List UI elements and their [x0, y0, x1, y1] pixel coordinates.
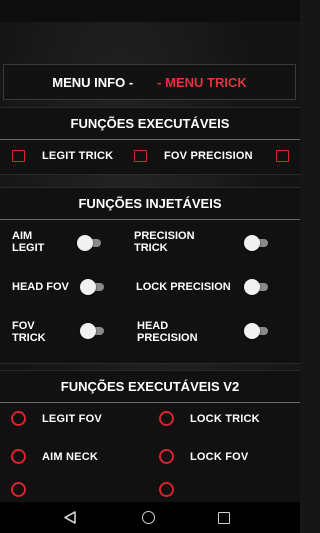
toggle-knob — [244, 279, 260, 295]
menu-header: MENU INFO - - MENU TRICK — [3, 64, 296, 100]
precision-trick-label: PRECISION TRICK — [134, 230, 195, 254]
lock-trick-label: LOCK TRICK — [190, 413, 260, 425]
executaveis-v2-panel: FUNÇÕES EXECUTÁVEIS V2 LEGIT FOV LOCK TR… — [0, 370, 300, 504]
injetaveis-title: FUNÇÕES INJETÁVEIS — [78, 196, 222, 211]
lock-fov-radio[interactable] — [159, 449, 174, 464]
head-fov-line1: HEAD FOV — [12, 281, 69, 293]
head-precision-line1: HEAD — [137, 320, 169, 332]
aim-neck-radio[interactable] — [11, 449, 26, 464]
toggle-knob — [244, 235, 260, 251]
fov-trick-toggle[interactable] — [80, 323, 106, 339]
fov-trick-line2: TRICK — [12, 332, 46, 344]
lock-precision-label: LOCK PRECISION — [136, 281, 231, 293]
recent-apps-icon[interactable] — [218, 512, 230, 524]
fov-precision-checkbox[interactable] — [276, 150, 289, 162]
lock-precision-toggle[interactable] — [244, 279, 270, 295]
toggle-knob — [80, 279, 96, 295]
fov-precision-label: FOV PRECISION — [164, 150, 253, 162]
menu-trick-tab[interactable]: - MENU TRICK — [157, 75, 247, 90]
legit-fov-label: LEGIT FOV — [42, 413, 102, 425]
lock-trick-radio[interactable] — [159, 411, 174, 426]
lock-precision-line1: LOCK PRECISION — [136, 281, 231, 293]
toggle-knob — [77, 235, 93, 251]
precision-trick-line1: PRECISION — [134, 230, 195, 242]
aim-legit-label: AIM LEGIT — [12, 230, 44, 254]
toggle-knob — [244, 323, 260, 339]
injetaveis-panel: FUNÇÕES INJETÁVEIS AIM LEGIT PRECISION T… — [0, 187, 300, 364]
toggle-knob — [80, 323, 96, 339]
legit-fov-radio[interactable] — [11, 411, 26, 426]
legit-trick-checkbox[interactable] — [12, 150, 25, 162]
head-fov-toggle[interactable] — [80, 279, 106, 295]
precision-trick-line2: TRICK — [134, 242, 168, 254]
executaveis-row: LEGIT TRICK FOV PRECISION — [0, 146, 300, 166]
fov-trick-line1: FOV — [12, 320, 35, 332]
aim-legit-line2: LEGIT — [12, 242, 45, 254]
lock-fov-label: LOCK FOV — [190, 451, 249, 463]
fov-trick-label: FOV TRICK — [12, 320, 46, 344]
executaveis-title: FUNÇÕES EXECUTÁVEIS — [70, 116, 230, 131]
back-icon[interactable] — [64, 511, 76, 524]
unlabeled-radio-left[interactable] — [11, 482, 26, 497]
head-precision-toggle[interactable] — [244, 323, 270, 339]
precision-trick-toggle[interactable] — [244, 235, 270, 251]
divider — [0, 402, 300, 403]
unlabeled-radio-right[interactable] — [159, 482, 174, 497]
extra-checkbox[interactable] — [134, 150, 147, 162]
aim-legit-line1: AIM — [12, 230, 33, 242]
navigation-bar — [0, 502, 300, 533]
divider — [0, 139, 300, 140]
executaveis-panel: FUNÇÕES EXECUTÁVEIS LEGIT TRICK FOV PREC… — [0, 107, 300, 175]
home-icon[interactable] — [142, 511, 155, 524]
aim-neck-label: AIM NECK — [42, 451, 98, 463]
status-bar — [0, 0, 300, 22]
head-fov-label: HEAD FOV — [12, 281, 69, 293]
divider — [0, 219, 300, 220]
head-precision-line2: PRECISION — [137, 332, 198, 344]
menu-info-tab[interactable]: MENU INFO - — [52, 75, 133, 90]
aim-legit-toggle[interactable] — [77, 235, 103, 251]
executaveis-v2-title: FUNÇÕES EXECUTÁVEIS V2 — [60, 379, 240, 394]
legit-trick-label: LEGIT TRICK — [42, 150, 114, 162]
head-precision-label: HEAD PRECISION — [137, 320, 198, 344]
